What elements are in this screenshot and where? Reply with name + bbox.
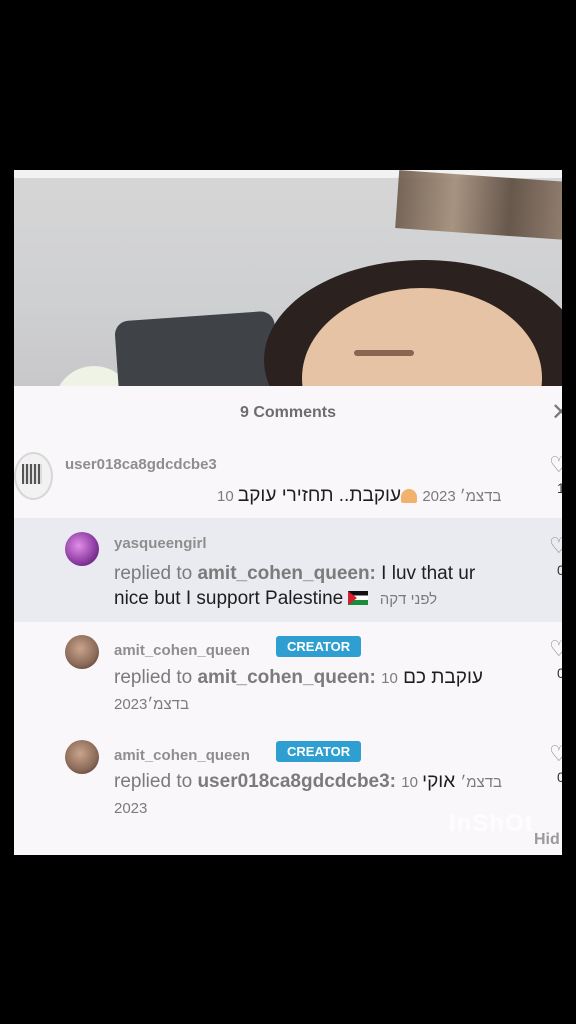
video-preview[interactable] [14, 170, 562, 386]
reply-target[interactable]: user018ca8gdcdcbe3: [197, 771, 396, 792]
comment-row: amit_cohen_queen CREATOR replied to amit… [14, 622, 562, 726]
like-count: 0 [557, 769, 562, 785]
pillow [114, 310, 280, 386]
comment-text: אוקי [422, 771, 456, 792]
replied-to-label: replied to [114, 563, 193, 584]
creator-badge: CREATOR [276, 636, 362, 657]
replied-to-label: replied to [114, 667, 193, 688]
reply-target[interactable]: amit_cohen_queen: [197, 563, 375, 584]
comment-time: לפני דקה [379, 591, 438, 608]
heart-icon[interactable]: ♡ [549, 452, 562, 478]
wall-picture [395, 170, 562, 240]
qr-icon [22, 464, 42, 484]
comments-sheet: 9 Comments ✕ user018ca8gdcdcbe3 10 בדצמ׳… [14, 386, 562, 855]
person-eye [354, 350, 414, 356]
heart-icon[interactable]: ♡ [549, 741, 562, 767]
creator-badge: CREATOR [276, 741, 362, 762]
like-count: 0 [557, 562, 562, 578]
comment-row: user018ca8gdcdcbe3 10 בדצמ׳ 2023 עוקבת..… [14, 386, 562, 518]
comment-username[interactable]: amit_cohen_queen [114, 642, 250, 659]
phone-screen: 9 Comments ✕ user018ca8gdcdcbe3 10 בדצמ׳… [14, 170, 562, 855]
comment-body: 10 בדצמ׳ 2023 עוקבת.. תחזירי עוקב [217, 483, 501, 509]
comment-text: עוקבת כם [403, 667, 483, 688]
like-count: 0 [557, 665, 562, 681]
comment-username[interactable]: user018ca8gdcdcbe3 [65, 456, 217, 473]
comment-date-day: 10 [381, 670, 398, 687]
comment-date: בדצמ׳2023 [114, 696, 189, 713]
heart-icon[interactable]: ♡ [549, 636, 562, 662]
avatar[interactable] [14, 452, 53, 500]
inshot-watermark: InShOt [449, 810, 534, 837]
reply-target[interactable]: amit_cohen_queen: [197, 667, 375, 688]
comment-body: replied to amit_cohen_queen: 10 עוקבת כם… [114, 665, 534, 717]
comment-row: yasqueengirl replied to amit_cohen_queen… [14, 518, 562, 622]
comment-text: עוקבת.. תחזירי עוקב [237, 485, 402, 506]
like-count: 1 [557, 480, 562, 496]
praying-hands-icon [401, 489, 418, 503]
avatar[interactable] [65, 635, 99, 669]
avatar[interactable] [65, 740, 99, 774]
avatar[interactable] [65, 532, 99, 566]
comment-username[interactable]: amit_cohen_queen [114, 747, 250, 764]
hide-button[interactable]: Hid [534, 831, 560, 849]
comment-year: 2023 [114, 800, 148, 817]
heart-icon[interactable]: ♡ [549, 533, 562, 559]
comment-username[interactable]: yasqueengirl [114, 535, 207, 552]
comment-body: replied to amit_cohen_queen: I luv that … [114, 561, 514, 612]
replied-to-label: replied to [114, 771, 193, 792]
palestine-flag-icon [348, 591, 369, 605]
